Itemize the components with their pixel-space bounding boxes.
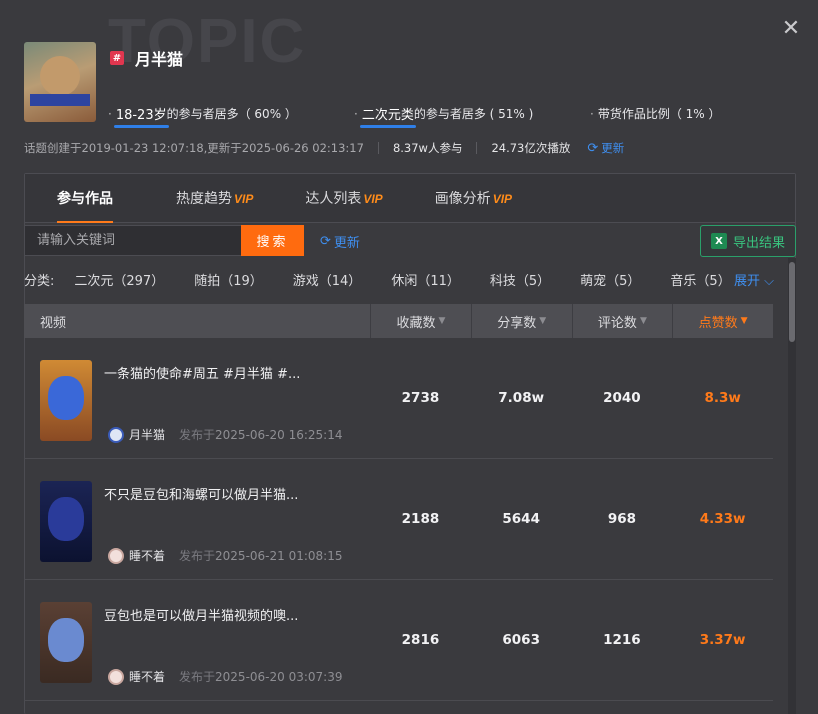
table-row: 一条猫的使命#周五 #月半猫 #... 月半猫 发布于 2025-06-20 1…: [24, 338, 773, 459]
stat-category-highlight: 二次元类: [359, 104, 416, 128]
refresh-icon: ⟳: [587, 140, 599, 156]
meta-refresh-button[interactable]: ⟳ 更新: [587, 140, 624, 156]
list-refresh-label: 更新: [333, 236, 360, 251]
close-icon[interactable]: ✕: [780, 18, 802, 40]
stat-category: · 二次元类 的参与者居多 ( 51% ): [354, 104, 590, 128]
tab-works[interactable]: 参与作品: [57, 188, 113, 223]
header-shares-sort[interactable]: 分享数 ▼: [470, 304, 572, 338]
publish-time: 2025-06-21 01:08:15: [215, 548, 343, 563]
search-row: 搜索 ⟳ 更新 X 导出结果: [24, 225, 796, 257]
meta-refresh-label: 更新: [601, 141, 625, 155]
favorites-count: 2816: [401, 632, 440, 648]
scrollbar-thumb[interactable]: [789, 262, 795, 342]
video-author: 月半猫 发布于 2025-06-20 16:25:14: [108, 426, 342, 443]
topic-meta: 话题创建于2019-01-23 12:07:18,更新于2025-06-26 0…: [24, 140, 624, 156]
play-count: 24.73亿次播放: [491, 141, 571, 155]
category-label: 分类:: [24, 274, 55, 289]
video-title[interactable]: 豆包也是可以做月半猫视频的噢...: [104, 605, 298, 624]
avatar: [108, 426, 124, 443]
category-casual-shot[interactable]: 随拍（19）: [194, 270, 263, 289]
avatar: [108, 668, 124, 685]
category-tech[interactable]: 科技（5）: [490, 270, 550, 289]
avatar: [108, 547, 124, 564]
category-pets[interactable]: 萌宠（5）: [580, 270, 640, 289]
participant-count: 8.37w人参与: [392, 141, 463, 155]
table-row: 豆包也是可以做月半猫视频的噢... 睡不着 发布于 2025-06-20 03:…: [24, 580, 773, 701]
refresh-icon: ⟳: [320, 234, 331, 249]
video-author: 睡不着 发布于 2025-06-20 03:07:39: [108, 668, 342, 685]
shares-count: 7.08w: [498, 390, 545, 406]
sort-down-icon: ▼: [639, 316, 647, 326]
keyword-search-input[interactable]: [24, 225, 242, 256]
header-favorites-sort[interactable]: 收藏数 ▼: [370, 304, 471, 338]
video-thumbnail[interactable]: [40, 360, 92, 441]
stat-category-text: 的参与者居多 ( 51% ): [413, 107, 534, 121]
shares-count: 5644: [502, 511, 540, 527]
export-label: 导出结果: [732, 235, 785, 251]
stat-age: · 18-23岁 的参与者居多（ 60% ）: [108, 104, 354, 128]
hashtag-icon: #: [110, 51, 124, 65]
publish-label: 发布于: [179, 428, 216, 442]
author-name[interactable]: 睡不着: [129, 668, 165, 685]
category-anime[interactable]: 二次元（297）: [74, 270, 164, 289]
shares-count: 6063: [502, 632, 540, 648]
comments-count: 968: [607, 511, 636, 527]
topic-title-row: # 月半猫: [110, 46, 183, 70]
search-button[interactable]: 搜索: [241, 225, 304, 256]
video-thumbnail[interactable]: [40, 602, 92, 683]
likes-count: 8.3w: [704, 390, 741, 406]
works-table: 视频 收藏数 ▼ 分享数 ▼ 评论数 ▼ 点赞数 ▼ 一条猫的使命#周五 #月半猫 #.…: [24, 304, 773, 701]
tab-profile[interactable]: 画像分析 VIP: [435, 188, 512, 222]
likes-count: 4.33w: [699, 511, 746, 527]
tab-trends[interactable]: 热度趋势 VIP: [176, 188, 253, 222]
video-title[interactable]: 不只是豆包和海螺可以做月半猫...: [104, 484, 298, 503]
favorites-count: 2738: [401, 390, 440, 406]
topic-created-time: 话题创建于2019-01-23 12:07:18,更新于2025-06-26 0…: [24, 141, 364, 155]
table-row: 不只是豆包和海螺可以做月半猫... 睡不着 发布于 2025-06-21 01:…: [24, 459, 773, 580]
video-title[interactable]: 一条猫的使命#周五 #月半猫 #...: [104, 363, 300, 382]
stat-age-highlight: 18-23岁: [113, 104, 169, 128]
video-author: 睡不着 发布于 2025-06-21 01:08:15: [108, 547, 342, 564]
list-refresh-button[interactable]: ⟳ 更新: [320, 232, 360, 251]
favorites-count: 2188: [401, 511, 440, 527]
category-game[interactable]: 游戏（14）: [293, 270, 362, 289]
sort-down-icon: ▼: [438, 316, 446, 326]
header-video: 视频: [40, 315, 67, 331]
topic-title: 月半猫: [135, 50, 184, 69]
header-comments-sort[interactable]: 评论数 ▼: [571, 304, 673, 338]
vip-badge: VIP: [492, 192, 513, 206]
video-thumbnail[interactable]: [40, 481, 92, 562]
expand-categories-button[interactable]: 展开 ⌵: [734, 270, 774, 289]
publish-label: 发布于: [179, 549, 216, 563]
excel-icon: X: [710, 233, 727, 249]
comments-count: 1216: [603, 632, 641, 648]
category-leisure[interactable]: 休闲（11）: [391, 270, 460, 289]
header-likes-sort[interactable]: 点赞数 ▼: [672, 304, 773, 338]
tab-bar: 参与作品 热度趋势 VIP 达人列表 VIP 画像分析 VIP: [25, 174, 795, 223]
author-name[interactable]: 睡不着: [129, 547, 165, 564]
likes-count: 3.37w: [699, 632, 746, 648]
vip-badge: VIP: [234, 192, 254, 206]
stat-age-text: 的参与者居多（ 60% ）: [166, 107, 297, 121]
sort-down-icon: ▼: [539, 316, 547, 326]
category-filter: 分类: 二次元（297） 随拍（19） 游戏（14） 休闲（11） 科技（5） …: [24, 270, 774, 289]
sort-down-icon: ▼: [740, 316, 748, 326]
chevron-down-icon: ⌵: [764, 274, 774, 289]
table-header: 视频 收藏数 ▼ 分享数 ▼ 评论数 ▼ 点赞数 ▼: [24, 304, 773, 338]
comments-count: 2040: [603, 390, 641, 406]
publish-time: 2025-06-20 03:07:39: [215, 669, 343, 684]
topic-cover-image: [24, 42, 96, 122]
category-music[interactable]: 音乐（5）: [670, 270, 730, 289]
vip-badge: VIP: [363, 192, 383, 206]
publish-time: 2025-06-20 16:25:14: [215, 427, 343, 442]
publish-label: 发布于: [179, 670, 216, 684]
stat-commerce: · 带货作品比例（ 1% ）: [590, 106, 721, 122]
topic-stats: · 18-23岁 的参与者居多（ 60% ） · 二次元类 的参与者居多 ( 5…: [108, 104, 721, 128]
stat-commerce-text: 带货作品比例（ 1% ）: [597, 107, 721, 121]
tab-creators[interactable]: 达人列表 VIP: [305, 188, 382, 222]
export-button[interactable]: X 导出结果: [700, 225, 796, 257]
author-name[interactable]: 月半猫: [129, 426, 165, 443]
